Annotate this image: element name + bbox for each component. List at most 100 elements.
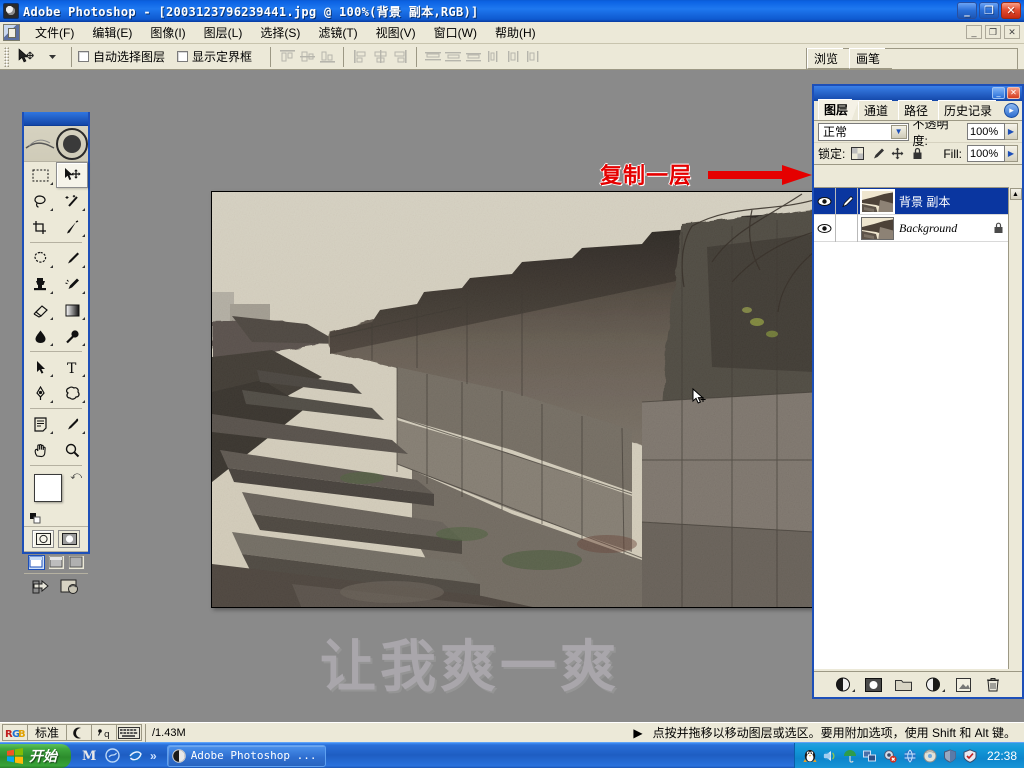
document-size-readout[interactable]: /1.43M	[145, 724, 186, 742]
table-row[interactable]: 背景 副本	[814, 188, 1022, 215]
auto-select-layer-checkbox[interactable]	[78, 51, 89, 62]
menu-layer[interactable]: 图层(L)	[195, 22, 252, 43]
qq-penguin-icon[interactable]	[803, 748, 818, 763]
align-bottom-edges-icon[interactable]	[317, 48, 337, 66]
menu-filter[interactable]: 滤镜(T)	[309, 22, 366, 43]
fill-control[interactable]: 100% ▶	[967, 145, 1018, 162]
document-window[interactable]	[211, 191, 813, 608]
taskbar-clock[interactable]: 22:38	[987, 749, 1017, 763]
move-tool[interactable]	[56, 162, 88, 188]
crop-tool[interactable]	[24, 214, 56, 240]
standard-screen-mode-button[interactable]	[28, 555, 45, 570]
menu-image[interactable]: 图像(I)	[141, 22, 194, 43]
hand-tool[interactable]	[24, 437, 56, 463]
layers-list[interactable]: 背景 副本 Background	[814, 187, 1022, 669]
swap-colors-icon[interactable]: ⤺	[70, 470, 82, 483]
menu-select[interactable]: 选择(S)	[251, 22, 309, 43]
distribute-bottom-icon[interactable]	[463, 48, 483, 66]
type-tool[interactable]: T	[56, 354, 88, 380]
lock-transparent-pixels-icon[interactable]	[850, 146, 865, 161]
layer-active-brush-indicator[interactable]	[836, 188, 858, 215]
full-screen-mode-button[interactable]	[68, 555, 85, 570]
document-icon[interactable]	[3, 24, 20, 41]
menu-edit[interactable]: 编辑(E)	[83, 22, 141, 43]
path-selection-tool[interactable]	[24, 354, 56, 380]
start-button[interactable]: 开始	[0, 744, 71, 768]
delete-layer-button[interactable]	[985, 677, 1002, 693]
add-layer-mask-button[interactable]	[865, 677, 882, 693]
taskbar-item-photoshop[interactable]: Adobe Photoshop ...	[167, 745, 326, 767]
blur-tool[interactable]	[24, 323, 56, 349]
full-screen-with-menubar-button[interactable]	[48, 555, 65, 570]
eraser-tool[interactable]	[24, 297, 56, 323]
media-player-icon[interactable]: M	[81, 748, 97, 764]
pen-tool[interactable]	[24, 380, 56, 406]
layer-name[interactable]: 背景 副本	[899, 193, 950, 210]
show-bounding-box-checkbox[interactable]	[177, 51, 188, 62]
keyboard-icon[interactable]	[116, 724, 142, 741]
toolbox-title-bar[interactable]	[24, 112, 88, 126]
lock-position-icon[interactable]	[890, 146, 905, 161]
new-adjustment-layer-button[interactable]	[925, 677, 942, 693]
palette-menu-icon[interactable]: ▸	[1004, 103, 1019, 118]
layer-thumbnail[interactable]	[861, 217, 894, 240]
globe-icon[interactable]	[903, 748, 918, 763]
palette-tab-browse[interactable]: 浏览	[807, 48, 843, 69]
minimize-button[interactable]: _	[957, 2, 977, 19]
layer-name[interactable]: Background	[899, 221, 957, 236]
layers-palette-close-button[interactable]: ✕	[1007, 87, 1020, 99]
network-icon[interactable]	[863, 748, 878, 763]
opacity-control[interactable]: 100% ▶	[967, 123, 1018, 140]
brush-tool[interactable]	[56, 245, 88, 271]
colorsync-icon[interactable]: RGB	[2, 724, 28, 741]
jump-to-browser-icon[interactable]	[60, 578, 80, 599]
doc-close-button[interactable]: ✕	[1004, 25, 1020, 39]
move-tool-icon[interactable]	[13, 46, 39, 68]
options-bar-grip[interactable]	[4, 47, 9, 67]
align-left-edges-icon[interactable]	[350, 48, 370, 66]
eyedropper-tool[interactable]	[56, 411, 88, 437]
dodge-tool[interactable]	[56, 323, 88, 349]
foreground-color-swatch[interactable]	[34, 474, 62, 502]
custom-shape-tool[interactable]	[56, 380, 88, 406]
table-row[interactable]: Background	[814, 215, 1022, 242]
tab-layers[interactable]: 图层	[818, 99, 852, 120]
align-horizontal-centers-icon[interactable]	[370, 48, 390, 66]
security-icon[interactable]	[963, 748, 978, 763]
distribute-vertical-centers-icon[interactable]	[443, 48, 463, 66]
doc-restore-button[interactable]: ❐	[985, 25, 1001, 39]
standard-mask-mode-button[interactable]	[32, 530, 54, 548]
layer-visibility-toggle[interactable]	[814, 188, 836, 215]
slice-tool[interactable]	[56, 214, 88, 240]
menu-view[interactable]: 视图(V)	[367, 22, 425, 43]
default-colors-icon[interactable]	[30, 513, 41, 524]
align-vertical-centers-icon[interactable]	[297, 48, 317, 66]
tab-paths[interactable]: 路径	[898, 100, 932, 120]
quick-mask-mode-button[interactable]	[58, 530, 80, 548]
layer-style-button[interactable]	[835, 677, 852, 693]
quotes-icon[interactable]: q	[91, 724, 117, 741]
align-right-edges-icon[interactable]	[390, 48, 410, 66]
clone-stamp-tool[interactable]	[24, 271, 56, 297]
blend-mode-select[interactable]: 正常 ▼	[818, 123, 909, 141]
healing-brush-tool[interactable]	[24, 245, 56, 271]
gradient-tool[interactable]	[56, 297, 88, 323]
browser-icon[interactable]	[104, 748, 120, 764]
doc-minimize-button[interactable]: _	[966, 25, 982, 39]
jump-to-imageready-icon[interactable]	[32, 578, 54, 599]
quick-launch-more-icon[interactable]: »	[150, 749, 157, 763]
shield-icon[interactable]	[943, 748, 958, 763]
menu-help[interactable]: 帮助(H)	[486, 22, 545, 43]
palette-tab-brushes[interactable]: 画笔	[849, 48, 885, 69]
distribute-horizontal-centers-icon[interactable]	[503, 48, 523, 66]
toolbox-logo[interactable]	[24, 126, 88, 162]
new-layer-button[interactable]	[955, 677, 972, 693]
zoom-tool[interactable]	[56, 437, 88, 463]
volume-icon[interactable]	[823, 748, 838, 763]
maximize-button[interactable]: ❐	[979, 2, 999, 19]
show-bounding-box-option[interactable]: 显示定界框	[177, 48, 252, 65]
image-canvas[interactable]	[212, 192, 812, 607]
lasso-tool[interactable]	[24, 188, 56, 214]
moon-icon[interactable]	[66, 724, 92, 741]
close-button[interactable]: ✕	[1001, 2, 1021, 19]
